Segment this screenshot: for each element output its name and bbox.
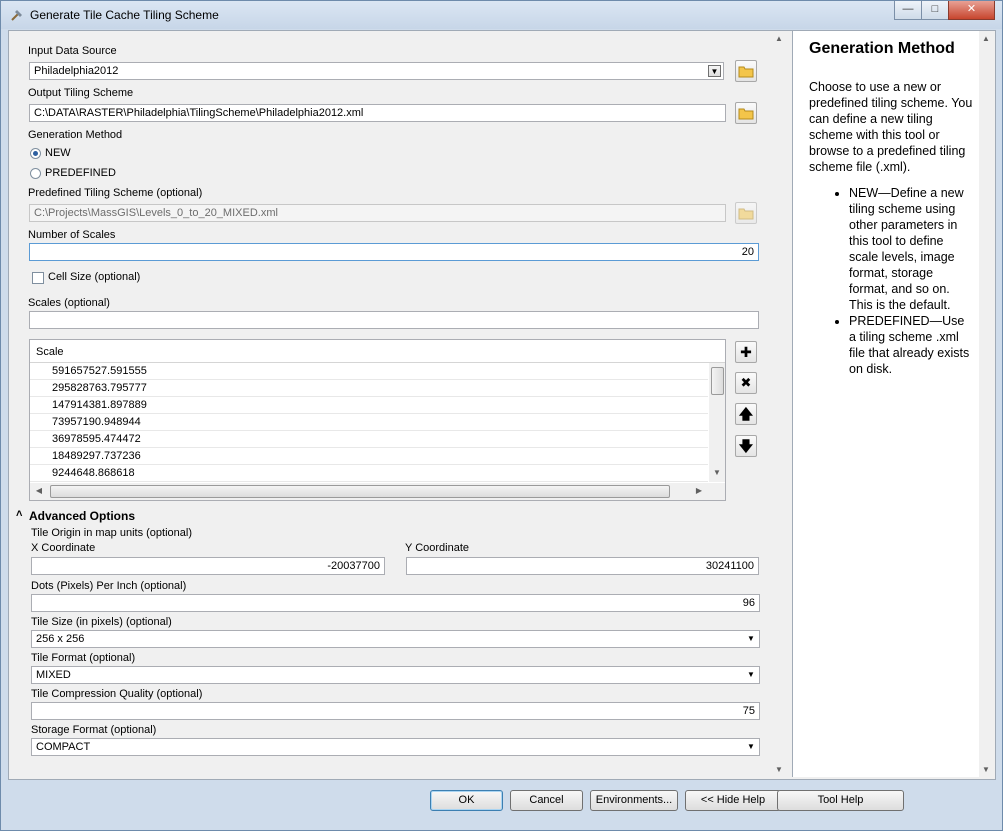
y-coordinate-label: Y Coordinate: [405, 542, 470, 554]
table-row[interactable]: 591657527.591555: [30, 363, 708, 380]
input-data-source-label: Input Data Source: [28, 45, 117, 57]
environments-button[interactable]: Environments...: [590, 790, 678, 811]
tile-origin-label: Tile Origin in map units (optional): [31, 527, 192, 539]
cell-size-label: Cell Size (optional): [48, 271, 141, 283]
minimize-button[interactable]: —: [894, 1, 922, 20]
y-coordinate-field[interactable]: 30241100: [406, 557, 759, 575]
chevron-down-icon[interactable]: ▼: [708, 65, 721, 77]
move-up-button[interactable]: 🡅: [735, 403, 757, 425]
ok-button[interactable]: OK: [430, 790, 503, 811]
help-scrollbar[interactable]: ▲ ▼: [979, 31, 993, 777]
help-title: Generation Method: [809, 40, 955, 57]
x-icon: ✖: [740, 375, 752, 390]
tile-size-label: Tile Size (in pixels) (optional): [31, 616, 172, 628]
help-bullet-list: NEW—Define a new tiling scheme using oth…: [809, 185, 974, 377]
table-row[interactable]: 295828763.795777: [30, 380, 708, 397]
collapse-icon[interactable]: ˄: [16, 508, 22, 520]
plus-icon: ✚: [740, 344, 752, 360]
tile-format-select[interactable]: MIXED ▼: [31, 666, 760, 684]
number-of-scales-label: Number of Scales: [28, 229, 116, 241]
input-data-source-select[interactable]: Philadelphia2012 ▼: [29, 62, 724, 80]
storage-format-label: Storage Format (optional): [31, 724, 157, 736]
radio-new[interactable]: [30, 148, 41, 159]
table-hscroll-thumb[interactable]: [50, 485, 670, 498]
scroll-up-icon[interactable]: ▲: [980, 33, 992, 45]
table-row[interactable]: 36978595.474472: [30, 431, 708, 448]
storage-format-select[interactable]: COMPACT ▼: [31, 738, 760, 756]
storage-format-value: COMPACT: [36, 741, 91, 753]
input-data-source-value: Philadelphia2012: [34, 65, 119, 77]
x-coordinate-field[interactable]: -20037700: [31, 557, 385, 575]
hammer-icon: [11, 10, 22, 21]
window-title: Generate Tile Cache Tiling Scheme: [30, 8, 219, 22]
cell-size-checkbox[interactable]: [32, 272, 44, 284]
scales-rows: 591657527.591555 295828763.795777 147914…: [30, 363, 708, 482]
radio-predefined[interactable]: [30, 168, 41, 179]
arrow-down-icon: 🡇: [738, 438, 754, 454]
tile-size-value: 256 x 256: [36, 633, 85, 645]
help-bullet-new: NEW—Define a new tiling scheme using oth…: [849, 185, 974, 313]
scroll-down-icon[interactable]: ▼: [980, 764, 992, 776]
help-intro: Choose to use a new or predefined tiling…: [809, 80, 973, 174]
output-browse-button[interactable]: [735, 102, 757, 124]
help-bullet-predefined: PREDEFINED—Use a tiling scheme .xml file…: [849, 313, 974, 377]
folder-icon: [738, 66, 754, 78]
tile-format-value: MIXED: [36, 669, 71, 681]
table-vscroll-thumb[interactable]: [711, 367, 724, 395]
table-row[interactable]: 73957190.948944: [30, 414, 708, 431]
generation-method-label: Generation Method: [28, 129, 123, 141]
close-button[interactable]: ✕: [948, 1, 995, 20]
predefined-scheme-field[interactable]: C:\Projects\MassGIS\Levels_0_to_20_MIXED…: [29, 204, 726, 222]
arrow-up-icon: 🡅: [738, 406, 754, 422]
tool-help-button[interactable]: Tool Help: [777, 790, 904, 811]
cancel-button[interactable]: Cancel: [510, 790, 583, 811]
predefined-scheme-label: Predefined Tiling Scheme (optional): [28, 187, 203, 199]
table-hscroll[interactable]: ◀ ▶: [30, 483, 725, 500]
x-coordinate-label: X Coordinate: [31, 542, 96, 554]
hide-help-button[interactable]: << Hide Help: [685, 790, 781, 811]
folder-icon: [738, 208, 754, 220]
folder-icon: [738, 108, 754, 120]
predefined-browse-button[interactable]: [735, 202, 757, 224]
table-row[interactable]: 9244648.868618: [30, 465, 708, 482]
advanced-options-header[interactable]: Advanced Options: [29, 509, 135, 523]
compression-field[interactable]: 75: [31, 702, 760, 720]
close-icon: ✕: [966, 3, 977, 15]
table-vscroll[interactable]: ▼: [709, 363, 725, 482]
radio-new-label: NEW: [45, 147, 71, 159]
chevron-down-icon[interactable]: ▼: [745, 741, 757, 753]
input-browse-button[interactable]: [735, 60, 757, 82]
remove-scale-button[interactable]: ✖: [735, 372, 757, 394]
form-scrollbar[interactable]: ▲ ▼: [772, 31, 786, 777]
chevron-down-icon[interactable]: ▼: [745, 633, 757, 645]
radio-predefined-label: PREDEFINED: [45, 167, 116, 179]
scales-input[interactable]: [29, 311, 759, 329]
scales-table: Scale 591657527.591555 295828763.795777 …: [29, 339, 726, 501]
dpi-label: Dots (Pixels) Per Inch (optional): [31, 580, 187, 592]
table-header: Scale: [30, 340, 725, 363]
output-tiling-scheme-field[interactable]: C:\DATA\RASTER\Philadelphia\TilingScheme…: [29, 104, 726, 122]
tile-format-label: Tile Format (optional): [31, 652, 136, 664]
help-pane: Generation Method Choose to use a new or…: [792, 31, 979, 777]
maximize-button[interactable]: □: [921, 1, 949, 20]
chevron-down-icon[interactable]: ▼: [745, 669, 757, 681]
number-of-scales-field[interactable]: 20: [29, 243, 759, 261]
add-scale-button[interactable]: ✚: [735, 341, 757, 363]
scroll-up-icon[interactable]: ▲: [773, 33, 785, 45]
table-row[interactable]: 147914381.897889: [30, 397, 708, 414]
tile-size-select[interactable]: 256 x 256 ▼: [31, 630, 760, 648]
scroll-left-icon[interactable]: ◀: [34, 485, 44, 497]
title-bar[interactable]: Generate Tile Cache Tiling Scheme: [1, 1, 1002, 29]
scroll-down-icon[interactable]: ▼: [773, 764, 785, 776]
scroll-down-icon[interactable]: ▼: [711, 467, 723, 479]
dpi-field[interactable]: 96: [31, 594, 760, 612]
scales-label: Scales (optional): [28, 297, 110, 309]
move-down-button[interactable]: 🡇: [735, 435, 757, 457]
scroll-right-icon[interactable]: ▶: [694, 485, 704, 497]
output-tiling-scheme-label: Output Tiling Scheme: [28, 87, 134, 99]
table-row[interactable]: 18489297.737236: [30, 448, 708, 465]
scale-column-header[interactable]: Scale: [36, 346, 64, 358]
compression-label: Tile Compression Quality (optional): [31, 688, 203, 700]
